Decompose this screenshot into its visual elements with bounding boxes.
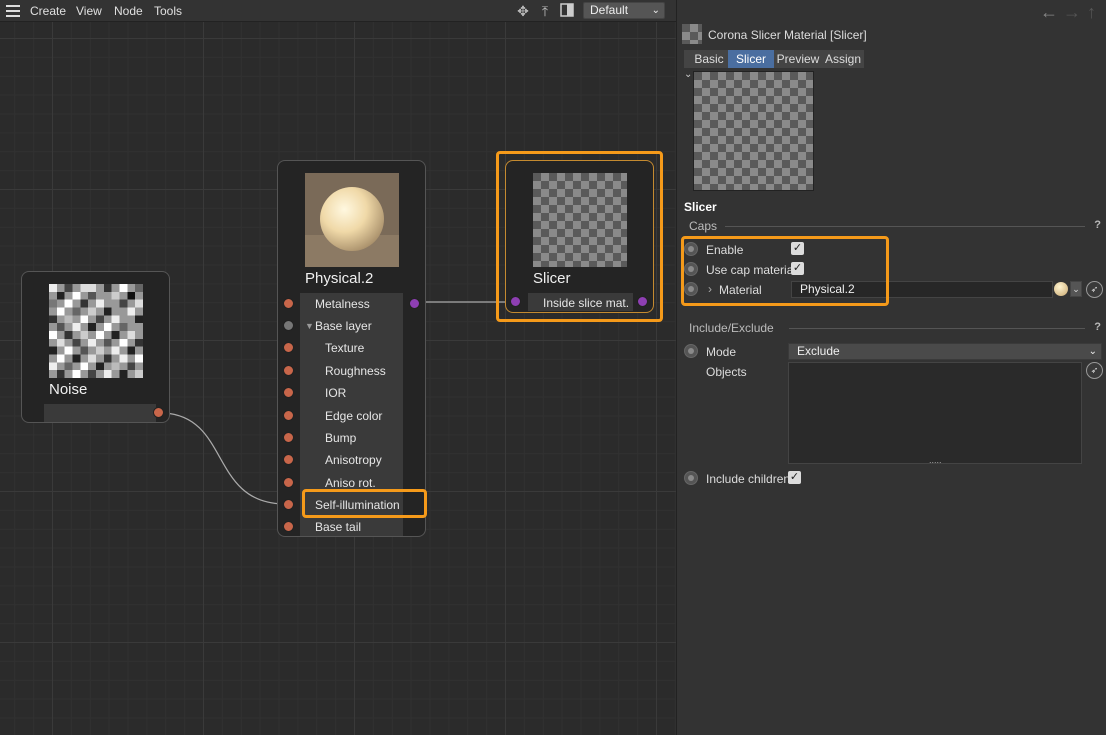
port-metalness-label: Metalness [315,297,370,311]
port-ior-label: IOR [325,386,347,400]
port-self-illumination-dot[interactable] [283,499,294,510]
port-base-layer-label: Base layer [315,319,372,333]
include-children-label: Include children [706,472,791,486]
material-preview[interactable] [693,71,814,191]
caps-group-header[interactable]: Caps ? [689,219,1101,233]
mode-dropdown-value: Exclude [797,344,840,358]
back-arrow-icon[interactable]: ← [1040,2,1058,23]
noise-node-title: Noise [49,381,88,398]
port-base-layer[interactable]: ▼ Base layer [278,315,425,337]
mode-animate-radio[interactable] [684,344,698,358]
self-illumination-highlight [302,489,427,518]
port-aniso-rot-dot[interactable] [283,477,294,488]
section-title-slicer: Slicer [684,200,717,214]
menu-view[interactable]: View [76,4,102,18]
tab-assign[interactable]: Assign [822,50,864,68]
menu-node[interactable]: Node [114,4,143,18]
tab-preview[interactable]: Preview [774,50,822,68]
physical-node[interactable]: Physical.2 Metalness ▼ Base layer Textur… [277,160,426,537]
caps-heading: Caps [689,219,718,233]
port-anisotropy-dot[interactable] [283,454,294,465]
wire-noise-to-self-illumination [163,412,284,505]
objects-label: Objects [706,365,747,379]
layout-dropdown-value: Default [590,3,629,17]
port-texture-dot[interactable] [283,342,294,353]
material-title: Corona Slicer Material [Slicer] [708,28,867,42]
noise-node[interactable]: Noise [21,271,170,423]
node-editor-toolbar: Create View Node Tools ✥ ⤒ Default ⌄ [0,0,676,22]
include-exclude-group-header[interactable]: Include/Exclude ? [689,321,1101,335]
include-children-animate-radio[interactable] [684,471,698,485]
port-metalness[interactable]: Metalness [278,293,425,315]
port-edge-color-dot[interactable] [283,410,294,421]
port-anisotropy[interactable]: Anisotropy [278,449,425,471]
physical-output-port[interactable] [409,298,420,309]
attribute-manager: ← → ↑ Corona Slicer Material [Slicer] Ba… [676,0,1106,735]
physical-node-title: Physical.2 [305,270,374,287]
collapse-preview-icon[interactable]: ⌄ [684,69,692,80]
slicer-node-highlight [496,151,663,322]
mode-dropdown[interactable]: Exclude ⌄ [788,343,1102,360]
objects-pick-icon[interactable]: ➶ [1086,362,1103,379]
chevron-down-icon: ⌄ [1088,346,1097,357]
material-icon [682,24,702,44]
caps-help-icon[interactable]: ? [1094,219,1101,231]
up-arrow-icon[interactable]: ↑ [1087,2,1096,23]
layout-dropdown[interactable]: Default ⌄ [583,2,665,19]
tab-slicer[interactable]: Slicer [728,50,774,68]
objects-list[interactable]: ..... [788,362,1082,465]
caps-highlight [681,236,889,306]
tab-basic[interactable]: Basic [684,50,734,68]
menu-create[interactable]: Create [30,4,66,18]
forward-arrow-icon[interactable]: → [1063,2,1081,23]
port-texture[interactable]: Texture [278,337,425,359]
menu-tools[interactable]: Tools [154,4,182,18]
collapse-triangle-icon[interactable]: ▼ [305,321,314,331]
port-bump[interactable]: Bump [278,427,425,449]
noise-output-port[interactable] [153,407,164,418]
port-aniso-rot-label: Aniso rot. [325,476,376,490]
node-canvas[interactable]: Noise Physical.2 Metalness ▼ Base layer … [0,22,676,735]
port-metalness-dot[interactable] [283,298,294,309]
port-roughness-dot[interactable] [283,365,294,376]
port-ior-dot[interactable] [283,387,294,398]
port-base-layer-dot[interactable] [283,320,294,331]
chevron-down-icon: ⌄ [651,5,660,16]
include-exclude-heading: Include/Exclude [689,321,774,335]
caps-divider [725,226,1085,227]
include-exclude-help-icon[interactable]: ? [1094,321,1101,333]
physical-thumbnail [305,173,399,267]
port-base-tail[interactable]: Base tail [278,516,425,538]
material-swatch-icon[interactable] [1054,282,1068,296]
port-roughness-label: Roughness [325,364,386,378]
port-edge-color[interactable]: Edge color [278,405,425,427]
port-roughness[interactable]: Roughness [278,360,425,382]
port-anisotropy-label: Anisotropy [325,453,382,467]
port-texture-label: Texture [325,341,365,355]
port-bump-dot[interactable] [283,432,294,443]
include-children-checkbox[interactable]: ✓ [788,471,801,484]
noise-output-row [44,404,156,422]
port-bump-label: Bump [325,431,357,445]
panel-toggle-icon[interactable] [559,3,575,19]
port-ior[interactable]: IOR [278,382,425,404]
material-pick-icon[interactable]: ➶ [1086,281,1103,298]
port-base-tail-dot[interactable] [283,521,294,532]
noise-thumbnail [49,284,143,378]
port-base-tail-label: Base tail [315,520,362,534]
port-edge-color-label: Edge color [325,409,383,423]
mode-label: Mode [706,345,737,359]
include-exclude-divider [789,328,1085,329]
move-icon[interactable]: ✥ [515,3,531,19]
resize-grip-icon[interactable]: ..... [929,456,942,465]
hamburger-menu-icon[interactable] [6,5,20,17]
pin-icon[interactable]: ⤒ [537,3,553,19]
material-menu-icon[interactable]: ⌄ [1070,281,1082,297]
